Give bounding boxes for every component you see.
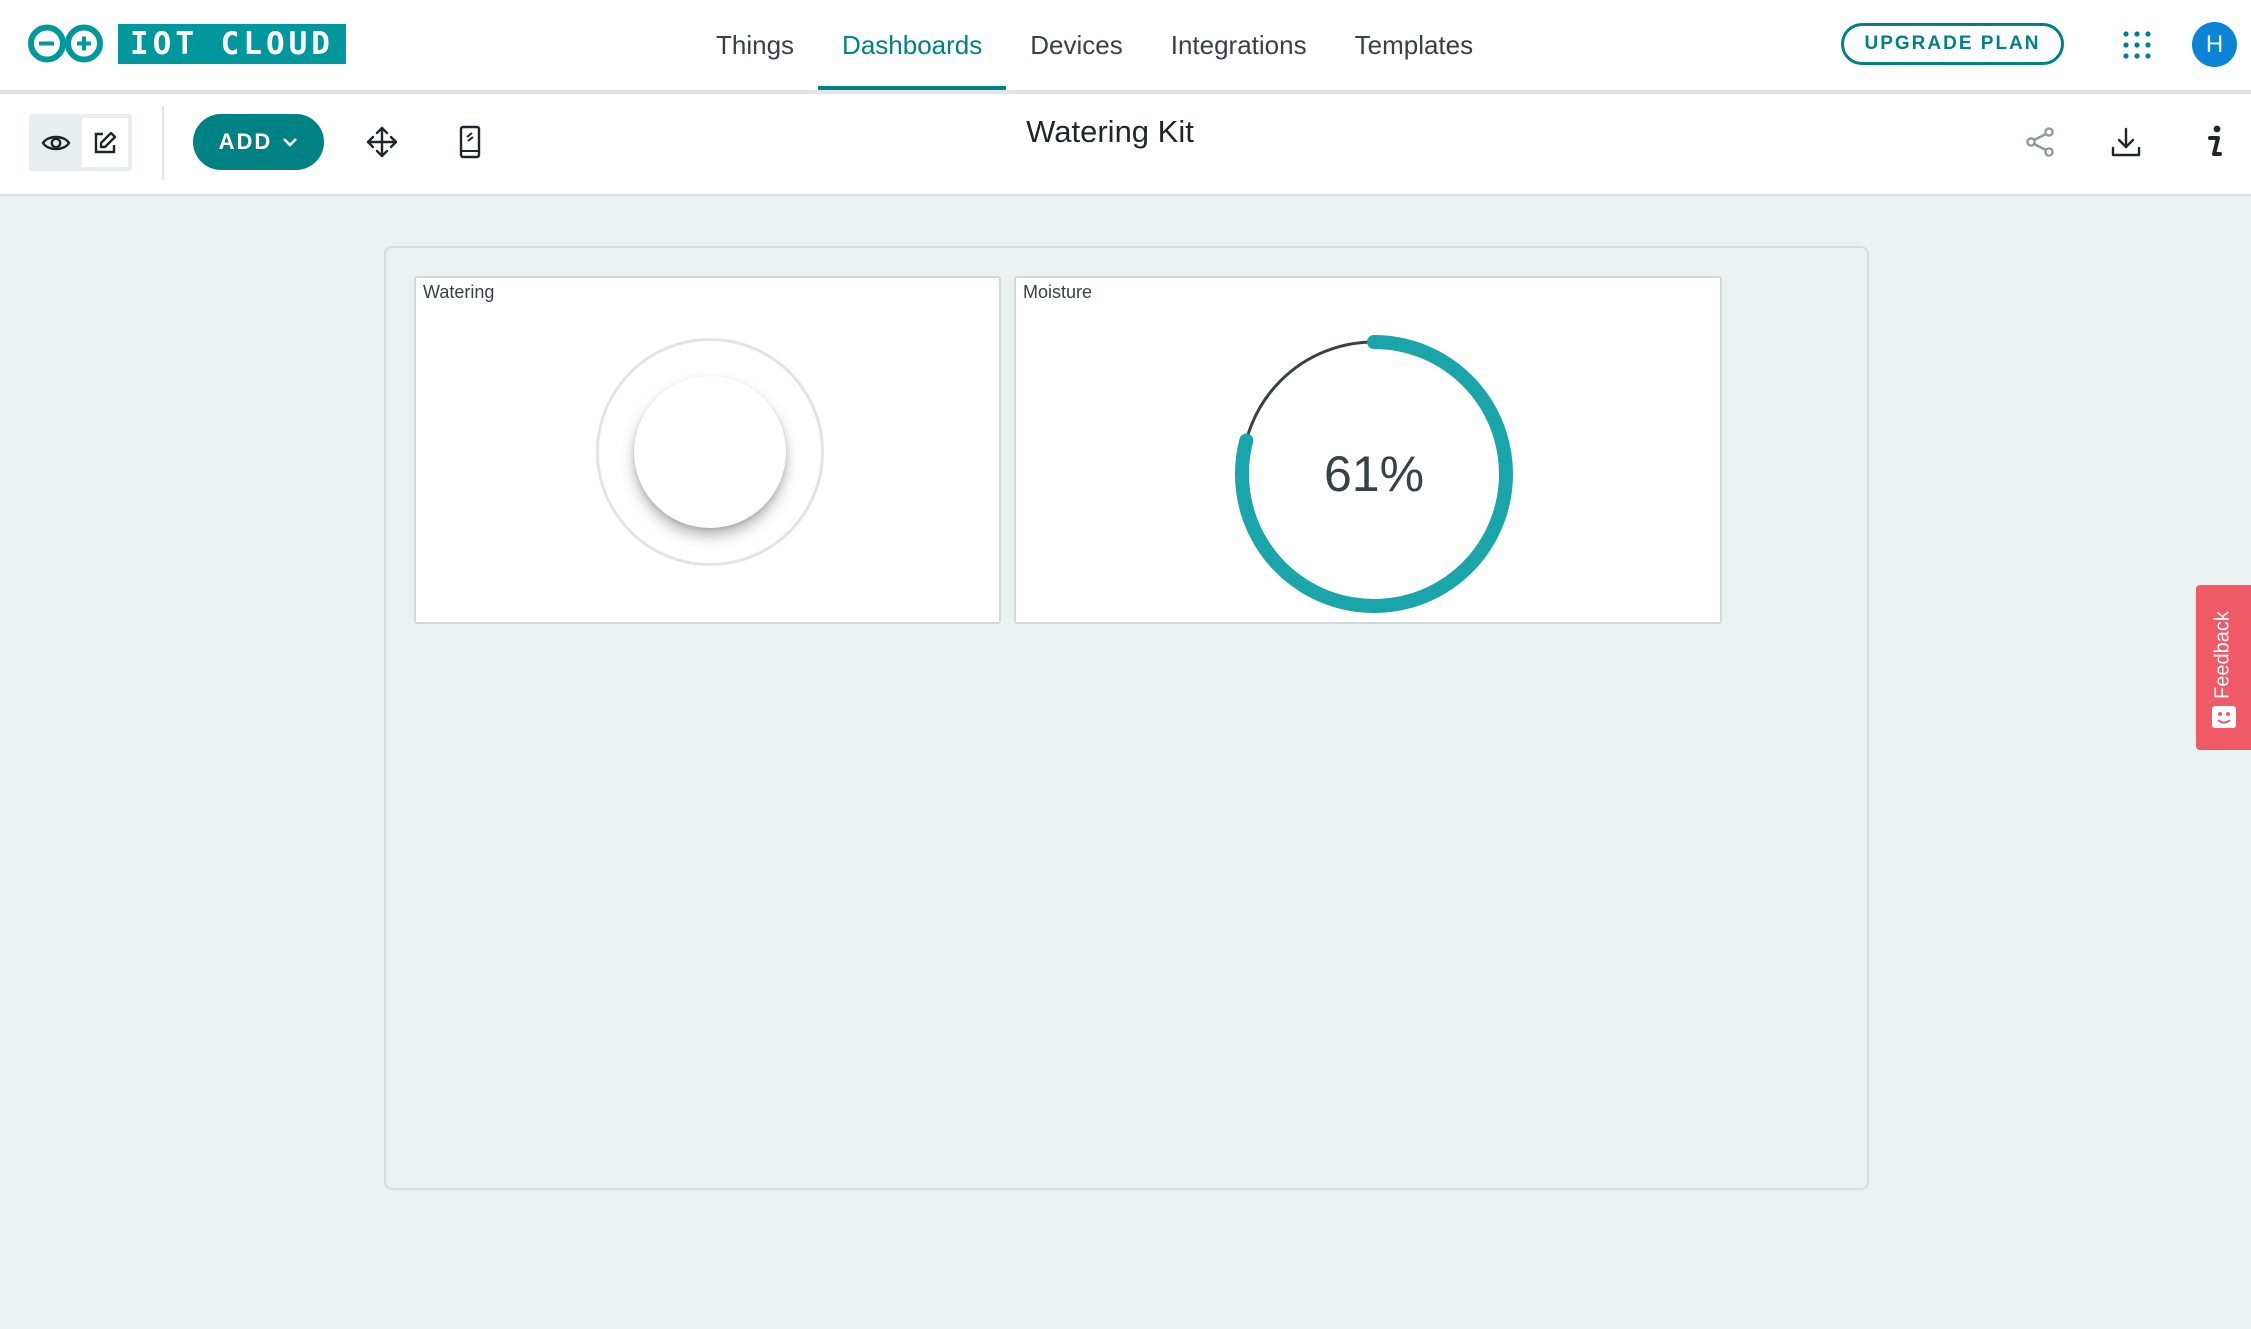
- moisture-gauge: 61%: [1230, 330, 1518, 618]
- chevron-down-icon: [283, 138, 298, 147]
- info-button[interactable]: [2200, 122, 2230, 162]
- moisture-widget-title: Moisture: [1023, 282, 1093, 302]
- eye-icon: [41, 135, 71, 150]
- watering-push-button[interactable]: [634, 376, 786, 528]
- move-arrows-icon: [366, 126, 398, 158]
- mobile-phone-icon: [459, 125, 481, 159]
- edit-mode-button[interactable]: [82, 118, 128, 167]
- moisture-value: 61%: [1323, 446, 1425, 502]
- dashboard-canvas: Watering Moisture 61%: [384, 246, 1869, 1190]
- feedback-tab[interactable]: Feedback: [2196, 585, 2251, 750]
- feedback-face-icon: [2212, 706, 2236, 728]
- add-button-label: ADD: [218, 129, 273, 154]
- tab-integrations[interactable]: Integrations: [1147, 0, 1331, 90]
- download-button[interactable]: [2108, 124, 2144, 160]
- dashboard-title[interactable]: Watering Kit: [900, 114, 1320, 154]
- share-button[interactable]: [2022, 124, 2058, 160]
- tab-templates[interactable]: Templates: [1331, 0, 1498, 90]
- tab-things[interactable]: Things: [692, 0, 818, 90]
- watering-widget[interactable]: Watering: [414, 276, 1001, 624]
- watering-push-button-ring: [596, 338, 824, 566]
- toolbar-divider: [162, 106, 164, 180]
- main-nav-tabs: Things Dashboards Devices Integrations T…: [692, 0, 1497, 90]
- add-widget-button[interactable]: ADD: [193, 114, 324, 170]
- iot-cloud-logo[interactable]: IOT CLOUD: [26, 22, 346, 65]
- tab-dashboards[interactable]: Dashboards: [818, 0, 1007, 90]
- view-mode-button[interactable]: [33, 118, 79, 167]
- dashboard-toolbar: ADD Watering Kit: [0, 94, 2251, 196]
- arrange-widgets-button[interactable]: [364, 124, 400, 160]
- arduino-logo-icon: [28, 24, 103, 63]
- top-navigation: IOT CLOUD Things Dashboards Devices Inte…: [0, 0, 2251, 94]
- logo-text: IOT CLOUD: [118, 23, 346, 64]
- user-avatar[interactable]: H: [2192, 22, 2237, 67]
- info-icon: [2208, 125, 2222, 156]
- upgrade-plan-button[interactable]: UPGRADE PLAN: [1841, 23, 2064, 65]
- pencil-icon: [94, 131, 117, 153]
- view-edit-toggle: [29, 114, 132, 171]
- apps-grid-icon[interactable]: [2122, 30, 2152, 60]
- tab-devices[interactable]: Devices: [1006, 0, 1146, 90]
- moisture-widget[interactable]: Moisture 61%: [1014, 276, 1722, 624]
- feedback-label: Feedback: [2211, 611, 2234, 699]
- watering-widget-title: Watering: [423, 282, 495, 302]
- download-icon: [2111, 127, 2141, 157]
- share-icon: [2026, 127, 2054, 157]
- mobile-layout-button[interactable]: [452, 122, 488, 162]
